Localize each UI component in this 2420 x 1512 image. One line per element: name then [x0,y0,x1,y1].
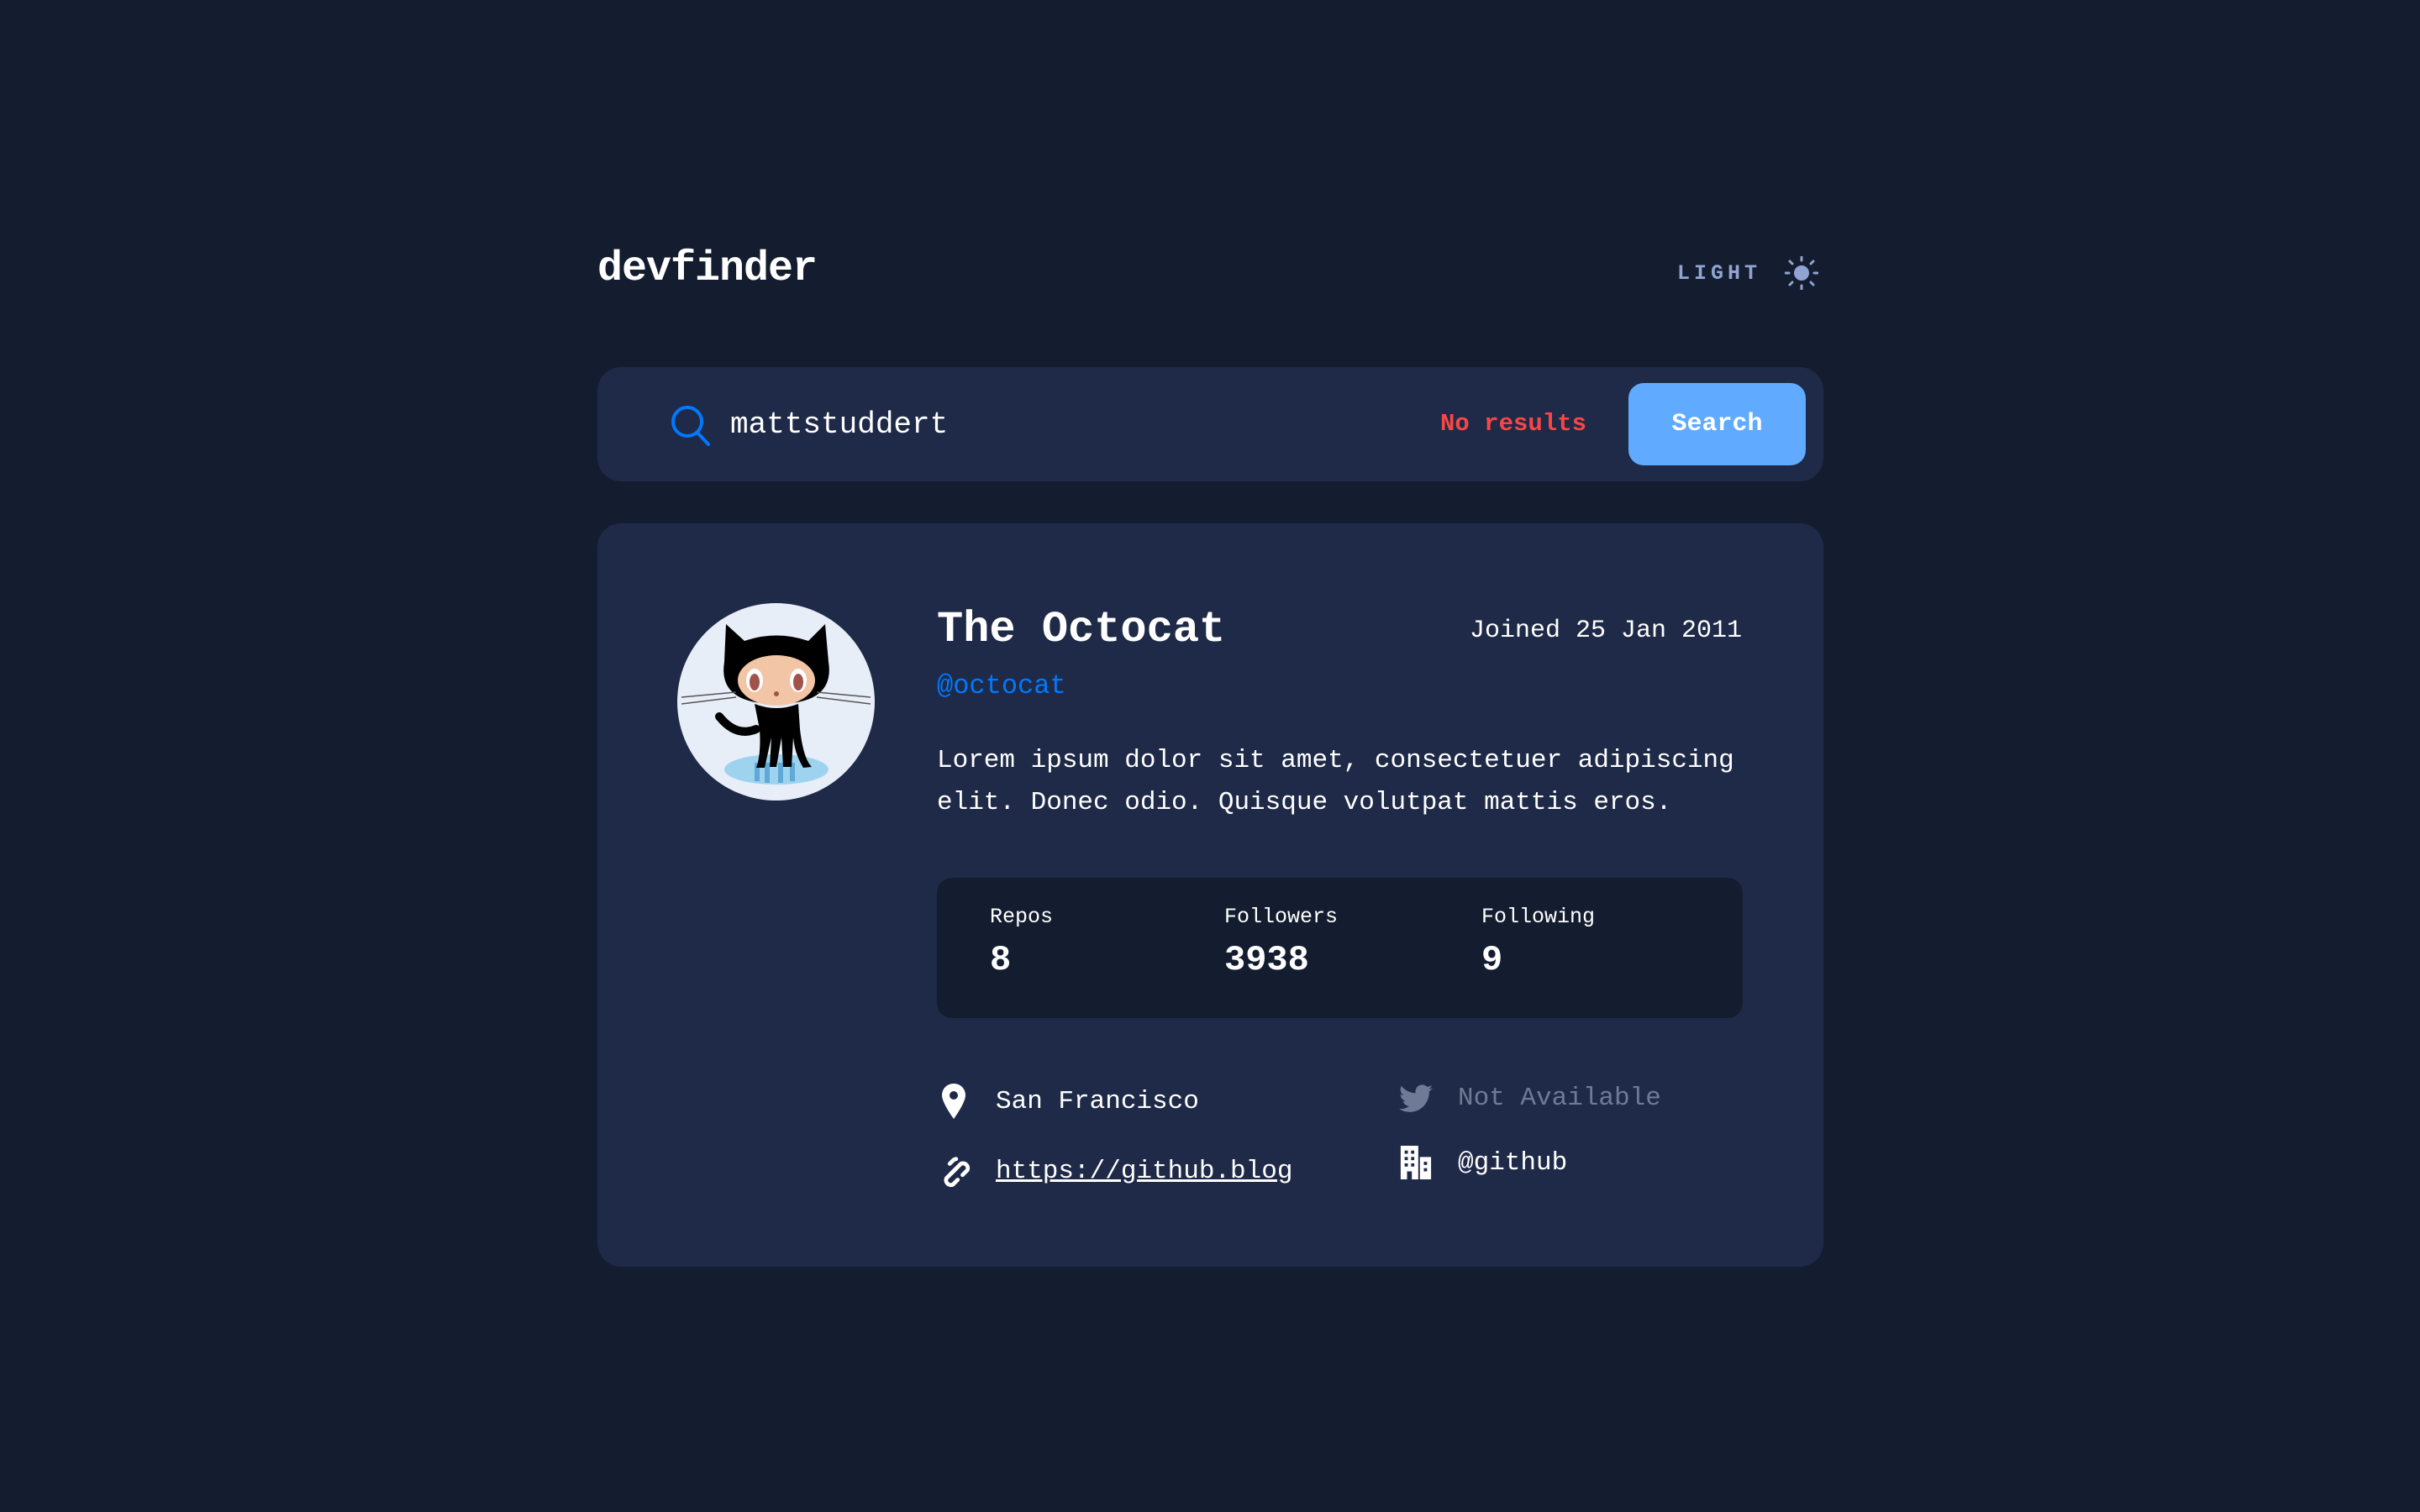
location-item: San Francisco [937,1084,1199,1119]
stats-panel: Repos 8 Followers 3938 Following 9 [937,878,1743,1018]
search-input[interactable] [730,399,1234,449]
location-text: San Francisco [996,1086,1199,1116]
octocat-avatar-image [681,624,871,785]
theme-toggle[interactable]: LIGHT [1677,256,1819,290]
app-logo: devfinder [597,245,818,293]
link-icon [944,1157,971,1188]
profile-bio: Lorem ipsum dolor sit amet, consectetuer… [937,746,1734,817]
stat-repos-label: Repos [990,905,1054,929]
stat-following-label: Following [1481,905,1596,929]
profile-card: The Octocat Joined 25 Jan 2011 @octocat … [597,523,1823,1267]
search-button[interactable]: Search [1628,383,1806,465]
theme-toggle-label: LIGHT [1677,260,1762,286]
blog-item: https://github.blog [937,1153,1292,1189]
twitter-item: Not Available [1399,1084,1661,1113]
search-bar: No results Search [597,367,1823,481]
location-pin-icon [942,1084,965,1119]
company-text[interactable]: @github [1458,1148,1567,1178]
twitter-icon [1399,1084,1433,1112]
sun-icon [1785,256,1819,290]
avatar [677,603,875,801]
stat-followers-value: 3938 [1224,940,1309,980]
blog-link[interactable]: https://github.blog [996,1157,1292,1186]
twitter-text: Not Available [1458,1084,1661,1113]
profile-name: The Octocat [937,605,1226,654]
joined-date: Joined 25 Jan 2011 [1469,617,1742,645]
company-item: @github [1399,1145,1567,1180]
company-building-icon [1400,1146,1432,1179]
stat-followers-label: Followers [1224,905,1339,929]
search-icon [671,406,710,446]
stat-repos-value: 8 [990,940,1012,980]
profile-handle[interactable]: @octocat [937,670,1066,701]
no-results-message: No results [1439,410,1586,438]
stat-following-value: 9 [1481,940,1503,980]
